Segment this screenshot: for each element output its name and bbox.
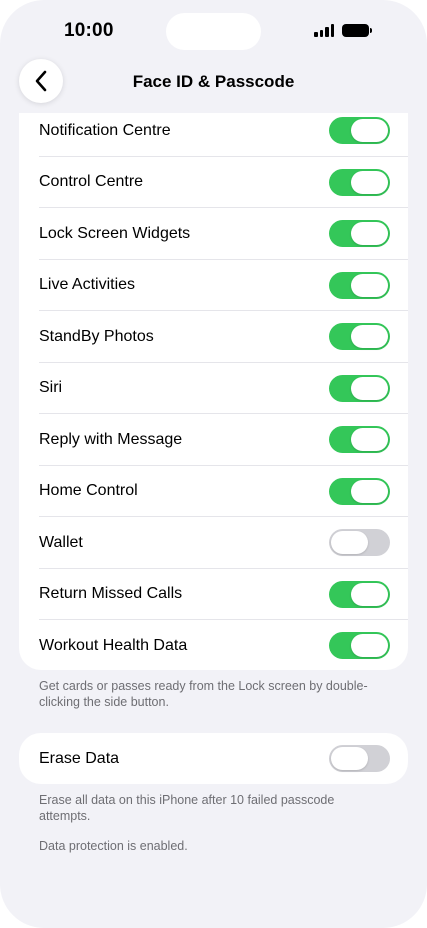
row-label: Lock Screen Widgets — [39, 224, 191, 242]
page-title: Face ID & Passcode — [132, 72, 295, 91]
lock-access-footer: Get cards or passes ready from the Lock … — [39, 679, 368, 709]
toggle-knob — [351, 170, 388, 194]
toggle-switch[interactable] — [329, 117, 390, 145]
row-label: Home Control — [39, 482, 138, 500]
toggle-switch[interactable] — [329, 323, 390, 351]
settings-row: StandBy Photos — [19, 311, 408, 363]
row-label: Siri — [39, 379, 63, 397]
settings-row: Reply with Message — [19, 414, 408, 466]
row-label: Wallet — [39, 533, 83, 551]
toggle-knob — [351, 325, 388, 349]
toggle-knob — [351, 376, 388, 400]
dynamic-island — [166, 13, 261, 50]
row-label: Reply with Message — [39, 430, 183, 448]
toggle-knob — [331, 531, 368, 555]
erase-data-row: Erase Data — [19, 733, 408, 784]
lock-access-group: Notification Centre Control Centre Lock Sc… — [19, 113, 408, 670]
settings-row: Home Control — [19, 466, 408, 517]
row-label: Live Activities — [39, 276, 136, 294]
toggle-knob — [351, 428, 388, 452]
cellular-signal-icon — [314, 24, 334, 37]
status-time: 10:00 — [64, 20, 114, 41]
toggle-knob — [351, 479, 388, 503]
toggle-switch[interactable] — [329, 426, 390, 454]
toggle-knob — [351, 273, 388, 297]
row-label: StandBy Photos — [39, 327, 154, 345]
toggle-knob — [351, 119, 388, 143]
row-label: Workout Health Data — [39, 636, 188, 654]
erase-data-label: Erase Data — [39, 749, 120, 767]
battery-icon — [342, 24, 372, 37]
toggle-switch[interactable] — [329, 580, 390, 608]
status-icons — [314, 24, 372, 37]
settings-row: Wallet — [19, 517, 408, 569]
erase-data-group: Erase Data — [19, 733, 408, 784]
erase-data-toggle[interactable] — [329, 745, 390, 773]
settings-row: Notification Centre — [19, 113, 408, 157]
toggle-knob — [351, 582, 388, 606]
toggle-switch[interactable] — [329, 632, 390, 660]
toggle-knob — [331, 747, 368, 771]
settings-row: Return Missed Calls — [19, 569, 408, 620]
settings-row: Workout Health Data — [19, 620, 408, 670]
phone-screen: 10:00 Face ID & Passcode Notification Ce… — [0, 0, 427, 928]
toggle-switch[interactable] — [329, 168, 390, 196]
toggle-switch[interactable] — [329, 374, 390, 402]
settings-row: Siri — [19, 363, 408, 414]
row-label: Control Centre — [39, 173, 144, 191]
toggle-switch[interactable] — [329, 271, 390, 299]
settings-row: Live Activities — [19, 260, 408, 311]
row-label: Return Missed Calls — [39, 585, 183, 603]
toggle-switch[interactable] — [329, 477, 390, 505]
settings-row: Control Centre — [19, 157, 408, 208]
row-label: Notification Centre — [39, 121, 171, 139]
toggle-switch[interactable] — [329, 529, 390, 557]
data-protection-note: Data protection is enabled. — [39, 839, 188, 853]
settings-row: Lock Screen Widgets — [19, 208, 408, 260]
erase-data-footer: Erase all data on this iPhone after 10 f… — [39, 793, 335, 823]
toggle-knob — [351, 634, 388, 658]
toggle-knob — [351, 222, 388, 246]
toggle-switch[interactable] — [329, 220, 390, 248]
